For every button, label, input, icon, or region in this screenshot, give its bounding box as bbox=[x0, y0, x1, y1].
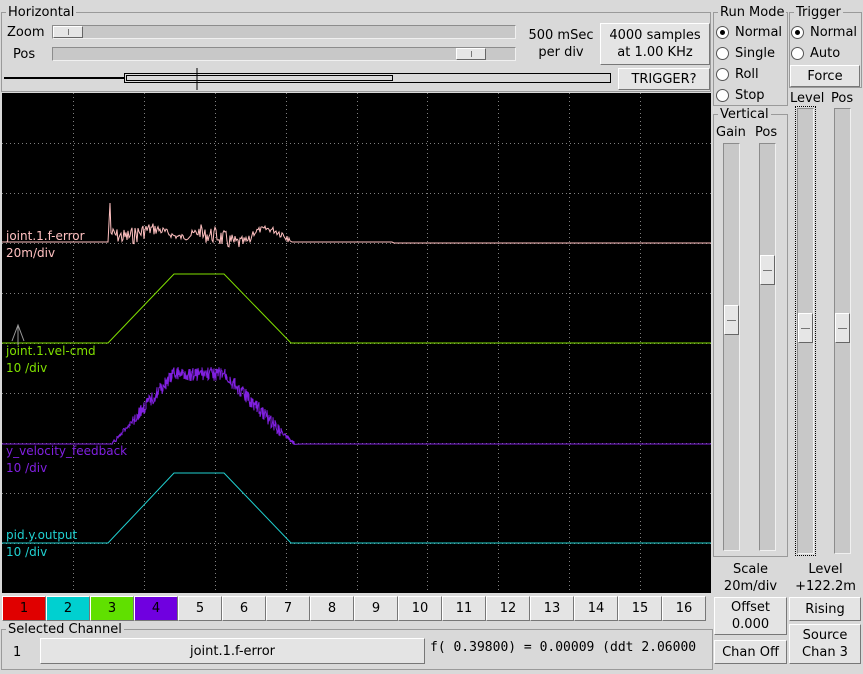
vertical-gain-label: Gain bbox=[716, 125, 746, 140]
channel-button-3[interactable]: 3 bbox=[90, 596, 134, 621]
trace-line-4 bbox=[2, 472, 711, 544]
trigger-level-label: Level bbox=[790, 91, 825, 106]
trigger-level-slider[interactable] bbox=[795, 106, 816, 556]
selected-channel-title: Selected Channel bbox=[8, 622, 122, 637]
trace-scale-2: 10 /div bbox=[6, 361, 48, 375]
channel-button-11[interactable]: 11 bbox=[442, 596, 486, 621]
channel-button-15[interactable]: 15 bbox=[618, 596, 662, 621]
trigger-pos-slider[interactable] bbox=[834, 108, 851, 554]
scope-traces bbox=[2, 93, 711, 593]
run-mode-normal[interactable]: Normal bbox=[716, 23, 782, 41]
trace-scale-3: 10 /div bbox=[6, 461, 48, 475]
channel-button-9[interactable]: 9 bbox=[354, 596, 398, 621]
channel-button-10[interactable]: 10 bbox=[398, 596, 442, 621]
force-button[interactable]: Force bbox=[790, 65, 860, 87]
trigger-auto-label: Auto bbox=[810, 45, 841, 61]
trigger-marker-icon bbox=[11, 323, 25, 345]
trigger-normal[interactable]: Normal bbox=[791, 23, 857, 41]
run-mode-normal-label: Normal bbox=[735, 24, 783, 40]
offset-button[interactable]: Offset 0.000 bbox=[714, 597, 787, 635]
vertical-title: Vertical bbox=[720, 107, 769, 122]
pos-slider[interactable] bbox=[52, 47, 516, 61]
trigger-edge-button[interactable]: Rising bbox=[789, 597, 861, 621]
channel-button-7[interactable]: 7 bbox=[266, 596, 310, 621]
scope-trace-lines bbox=[2, 202, 711, 544]
selected-channel-readout: f( 0.39800) = 0.00009 (ddt 2.06000 bbox=[430, 640, 697, 655]
run-mode-title: Run Mode bbox=[720, 5, 785, 20]
trigger-pos-label: Pos bbox=[831, 91, 854, 106]
vertical-pos-label: Pos bbox=[755, 125, 778, 140]
samples-button[interactable]: 4000 samples at 1.00 KHz bbox=[600, 23, 710, 65]
run-mode-single[interactable]: Single bbox=[716, 44, 775, 62]
trace-scale-4: 10 /div bbox=[6, 545, 48, 559]
channel-button-12[interactable]: 12 bbox=[486, 596, 530, 621]
vertical-scale-label: Scale 20m/div bbox=[723, 562, 778, 594]
horizontal-title: Horizontal bbox=[8, 5, 75, 20]
pos-slider-thumb[interactable] bbox=[456, 48, 486, 60]
run-mode-single-label: Single bbox=[735, 45, 775, 61]
run-mode-single-radio[interactable] bbox=[716, 46, 729, 60]
trace-line-2 bbox=[2, 273, 711, 344]
run-mode-roll-radio[interactable] bbox=[716, 67, 729, 81]
trigger-normal-radio[interactable] bbox=[791, 25, 804, 39]
vertical-pos-slider[interactable] bbox=[759, 143, 776, 551]
channel-button-4[interactable]: 4 bbox=[134, 596, 178, 621]
run-mode-roll-label: Roll bbox=[735, 66, 759, 82]
vertical-gain-slider-thumb[interactable] bbox=[724, 305, 739, 335]
trace-label-3: y_velocity_feedback bbox=[6, 444, 128, 458]
trigger-auto-radio[interactable] bbox=[791, 46, 804, 60]
run-mode-roll[interactable]: Roll bbox=[716, 65, 759, 83]
trigger-title: Trigger bbox=[796, 5, 841, 20]
trigger-pos-slider-thumb[interactable] bbox=[835, 313, 850, 343]
chan-off-button[interactable]: Chan Off bbox=[714, 640, 787, 664]
trace-line-3 bbox=[2, 366, 711, 445]
run-mode-stop-radio[interactable] bbox=[716, 88, 729, 102]
trigger-auto[interactable]: Auto bbox=[791, 44, 840, 62]
trigger-source-button[interactable]: Source Chan 3 bbox=[789, 624, 861, 664]
channel-button-6[interactable]: 6 bbox=[222, 596, 266, 621]
trigger-level-value-label: Level +122.2m bbox=[795, 562, 856, 594]
trigger-status-button[interactable]: TRIGGER? bbox=[618, 68, 710, 90]
pos-label: Pos bbox=[13, 47, 36, 62]
selected-channel-number: 1 bbox=[13, 645, 22, 660]
channel-button-8[interactable]: 8 bbox=[310, 596, 354, 621]
channel-button-1[interactable]: 1 bbox=[2, 596, 46, 621]
channel-button-14[interactable]: 14 bbox=[574, 596, 618, 621]
trace-scale-1: 20m/div bbox=[6, 246, 56, 260]
channel-button-2[interactable]: 2 bbox=[46, 596, 90, 621]
trace-line-1 bbox=[2, 202, 711, 248]
zoom-label: Zoom bbox=[7, 25, 45, 40]
trigger-level-slider-thumb[interactable] bbox=[798, 313, 813, 343]
channel-button-16[interactable]: 16 bbox=[662, 596, 706, 621]
record-position-indicator bbox=[4, 68, 611, 90]
run-mode-stop-label: Stop bbox=[735, 87, 765, 103]
vertical-pos-slider-thumb[interactable] bbox=[760, 255, 775, 285]
run-mode-stop[interactable]: Stop bbox=[716, 86, 765, 104]
trace-label-2: joint.1.vel-cmd bbox=[6, 344, 96, 358]
trace-label-4: pid.y.output bbox=[6, 528, 78, 542]
zoom-slider[interactable] bbox=[52, 25, 516, 39]
channel-button-5[interactable]: 5 bbox=[178, 596, 222, 621]
trigger-normal-label: Normal bbox=[810, 24, 858, 40]
trace-label-1: joint.1.f-error bbox=[6, 229, 85, 243]
time-per-div-label: 500 mSec per div bbox=[528, 28, 594, 60]
channel-button-13[interactable]: 13 bbox=[530, 596, 574, 621]
selected-channel-name-button[interactable]: joint.1.f-error bbox=[40, 638, 425, 664]
run-mode-normal-radio[interactable] bbox=[716, 25, 729, 39]
scope-display[interactable]: joint.1.f-error 20m/div joint.1.vel-cmd … bbox=[2, 93, 711, 593]
record-position-bar bbox=[4, 66, 612, 90]
vertical-gain-slider[interactable] bbox=[723, 143, 740, 551]
zoom-slider-thumb[interactable] bbox=[53, 26, 83, 38]
